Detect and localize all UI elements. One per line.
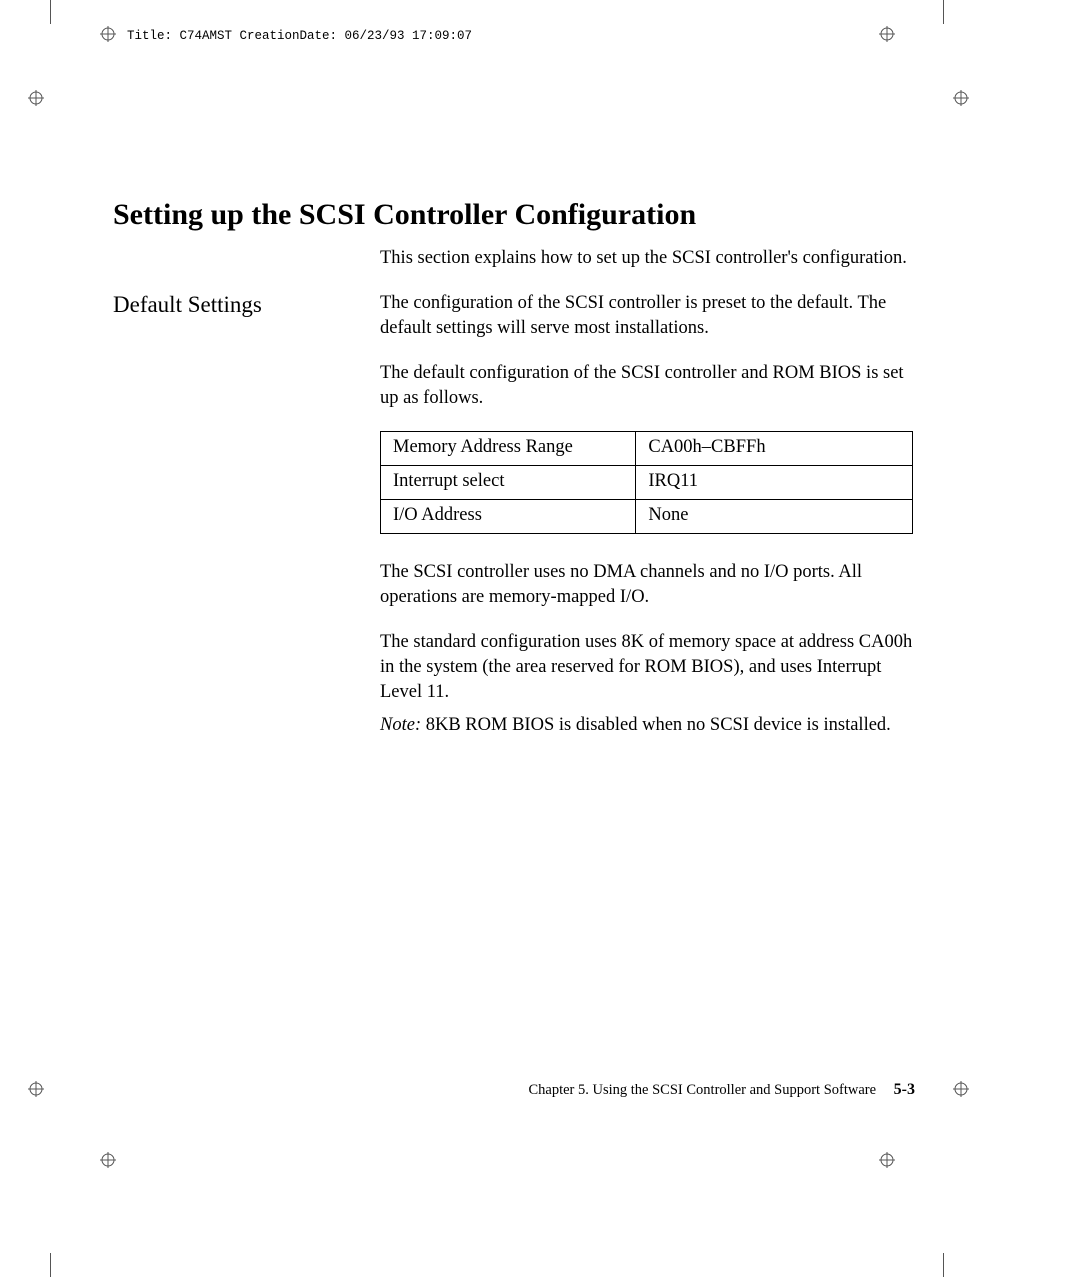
setting-value: CA00h–CBFFh xyxy=(636,431,913,465)
document-meta-header: Title: C74AMST CreationDate: 06/23/93 17… xyxy=(127,29,472,43)
table-row: Interrupt select IRQ11 xyxy=(381,465,913,499)
setting-label: Interrupt select xyxy=(381,465,636,499)
register-mark-icon xyxy=(28,1081,44,1097)
footer-chapter-text: Chapter 5. Using the SCSI Controller and… xyxy=(528,1082,876,1098)
section-heading: Setting up the SCSI Controller Configura… xyxy=(113,198,913,232)
page-number: 5-3 xyxy=(894,1081,915,1098)
crop-vertical-left-outer-bottom xyxy=(50,1253,51,1277)
register-mark-icon xyxy=(953,1081,969,1097)
crop-vertical-right-outer-bottom xyxy=(943,1253,944,1277)
register-mark-icon xyxy=(879,1152,895,1168)
setting-label: Memory Address Range xyxy=(381,431,636,465)
note-paragraph: Note: 8KB ROM BIOS is disabled when no S… xyxy=(380,713,913,738)
page-footer: Chapter 5. Using the SCSI Controller and… xyxy=(528,1081,915,1099)
register-mark-icon xyxy=(100,26,116,42)
intro-paragraph: This section explains how to set up the … xyxy=(380,246,913,271)
note-text: 8KB ROM BIOS is disabled when no SCSI de… xyxy=(426,715,891,735)
register-mark-icon xyxy=(100,1152,116,1168)
body-paragraph: The SCSI controller uses no DMA channels… xyxy=(380,560,913,610)
page-content: Setting up the SCSI Controller Configura… xyxy=(113,198,913,758)
register-mark-icon xyxy=(953,90,969,106)
note-label: Note: xyxy=(380,715,426,735)
crop-vertical-left-outer xyxy=(50,0,51,24)
table-row: I/O Address None xyxy=(381,499,913,533)
setting-value: None xyxy=(636,499,913,533)
body-paragraph: The standard configuration uses 8K of me… xyxy=(380,630,913,705)
setting-value: IRQ11 xyxy=(636,465,913,499)
register-mark-icon xyxy=(879,26,895,42)
setting-label: I/O Address xyxy=(381,499,636,533)
table-row: Memory Address Range CA00h–CBFFh xyxy=(381,431,913,465)
register-mark-icon xyxy=(28,90,44,106)
body-paragraph: The default configuration of the SCSI co… xyxy=(380,361,913,411)
subsection-heading: Default Settings xyxy=(113,292,380,318)
body-paragraph: The configuration of the SCSI controller… xyxy=(380,291,913,341)
crop-vertical-right-outer xyxy=(943,0,944,24)
default-settings-table: Memory Address Range CA00h–CBFFh Interru… xyxy=(380,431,913,534)
